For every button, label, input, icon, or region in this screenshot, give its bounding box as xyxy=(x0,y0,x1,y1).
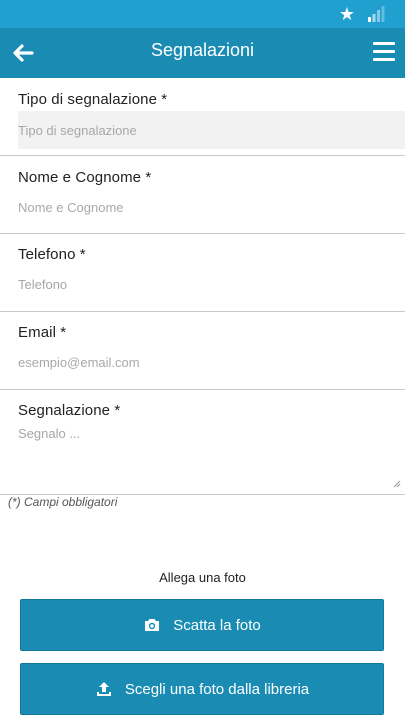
email-label: Email * xyxy=(18,324,67,341)
star-icon: ★ xyxy=(338,4,355,24)
segnalazione-label: Segnalazione * xyxy=(18,402,121,419)
take-photo-label: Scatta la foto xyxy=(173,616,261,634)
take-photo-button[interactable]: Scatta la foto xyxy=(20,599,384,651)
field-segnalazione: Segnalazione * xyxy=(0,390,405,496)
app-bar: Segnalazioni xyxy=(0,28,405,78)
nome-cognome-label: Nome e Cognome * xyxy=(18,169,152,186)
field-nome-cognome: Nome e Cognome * xyxy=(0,156,405,234)
telefono-input[interactable] xyxy=(18,265,405,303)
signal-icon xyxy=(368,6,385,22)
page-title: Segnalazioni xyxy=(150,40,255,60)
field-telefono: Telefono * xyxy=(0,234,405,312)
status-bar: ★ xyxy=(0,0,405,28)
telefono-label: Telefono * xyxy=(18,246,86,263)
choose-from-library-button[interactable]: Scegli una foto dalla libreria xyxy=(20,663,384,715)
hamburger-menu-icon[interactable] xyxy=(373,42,395,62)
email-input[interactable] xyxy=(18,343,405,381)
resize-handle-icon[interactable] xyxy=(393,480,401,488)
choose-from-library-label: Scegli una foto dalla libreria xyxy=(124,680,310,698)
field-tipo-segnalazione: Tipo di segnalazione * xyxy=(0,78,405,156)
required-fields-note: (*) Campi obbligatori xyxy=(8,495,118,509)
segnalazione-textarea[interactable] xyxy=(18,424,405,488)
nome-cognome-input[interactable] xyxy=(18,188,405,226)
camera-icon xyxy=(145,619,160,631)
tipo-segnalazione-input[interactable] xyxy=(18,111,405,149)
attach-photo-label: Allega una foto xyxy=(159,570,246,585)
upload-icon xyxy=(96,682,111,696)
tipo-segnalazione-label: Tipo di segnalazione * xyxy=(18,91,168,108)
field-email: Email * xyxy=(0,312,405,390)
